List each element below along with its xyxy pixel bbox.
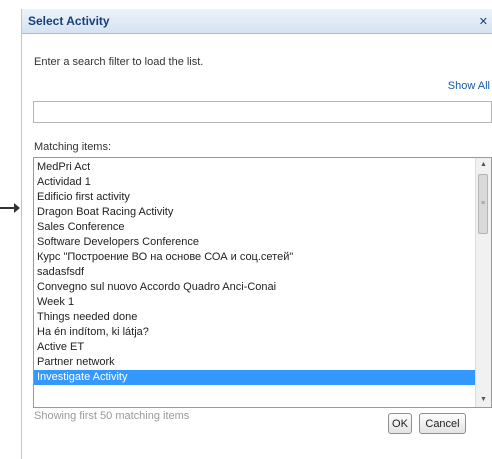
- background-page: [0, 0, 20, 459]
- close-icon[interactable]: ✕: [478, 15, 488, 28]
- list-item[interactable]: Software Developers Conference: [34, 235, 475, 250]
- list-item[interactable]: Investigate Activity: [34, 370, 475, 385]
- dialog-title: Select Activity: [28, 14, 110, 28]
- activity-list: MedPri Act Actividad 1 Edificio first acti…: [34, 160, 475, 385]
- list-item[interactable]: Dragon Boat Racing Activity: [34, 205, 475, 220]
- list-item[interactable]: Convegno sul nuovo Accordo Quadro Anci-C…: [34, 280, 475, 295]
- status-text: Showing first 50 matching items: [34, 410, 190, 422]
- ok-button[interactable]: OK: [388, 413, 412, 434]
- list-item[interactable]: Partner network: [34, 355, 475, 370]
- scroll-thumb[interactable]: ≡: [478, 174, 488, 234]
- matching-items-label: Matching items:: [34, 141, 112, 153]
- list-scrollbar[interactable]: ▲ ≡ ▼: [475, 158, 491, 407]
- list-item[interactable]: Edificio first activity: [34, 190, 475, 205]
- list-item[interactable]: Ha én indítom, ki látja?: [34, 325, 475, 340]
- scroll-up-arrow-icon[interactable]: ▲: [476, 158, 491, 172]
- dialog-titlebar[interactable]: Select Activity ✕: [22, 9, 492, 34]
- list-item[interactable]: Week 1: [34, 295, 475, 310]
- list-item[interactable]: Sales Conference: [34, 220, 475, 235]
- scroll-down-arrow-icon[interactable]: ▼: [476, 393, 491, 407]
- list-item[interactable]: Things needed done: [34, 310, 475, 325]
- show-all-link[interactable]: Show All: [448, 80, 490, 92]
- list-item[interactable]: sadasfsdf: [34, 265, 475, 280]
- search-input[interactable]: [33, 101, 492, 123]
- list-item[interactable]: Actividad 1: [34, 175, 475, 190]
- grip-icon: ≡: [481, 200, 486, 207]
- select-activity-dialog: Select Activity ✕ Enter a search filter …: [21, 9, 492, 459]
- activity-listbox[interactable]: MedPri Act Actividad 1 Edificio first acti…: [33, 157, 492, 408]
- cancel-button[interactable]: Cancel: [419, 413, 466, 434]
- list-item[interactable]: Active ET: [34, 340, 475, 355]
- list-item[interactable]: Курс "Построение ВО на основе СОА и соц.…: [34, 250, 475, 265]
- list-item[interactable]: MedPri Act: [34, 160, 475, 175]
- pointer-arrow-tip: [14, 203, 20, 213]
- instruction-text: Enter a search filter to load the list.: [34, 56, 204, 68]
